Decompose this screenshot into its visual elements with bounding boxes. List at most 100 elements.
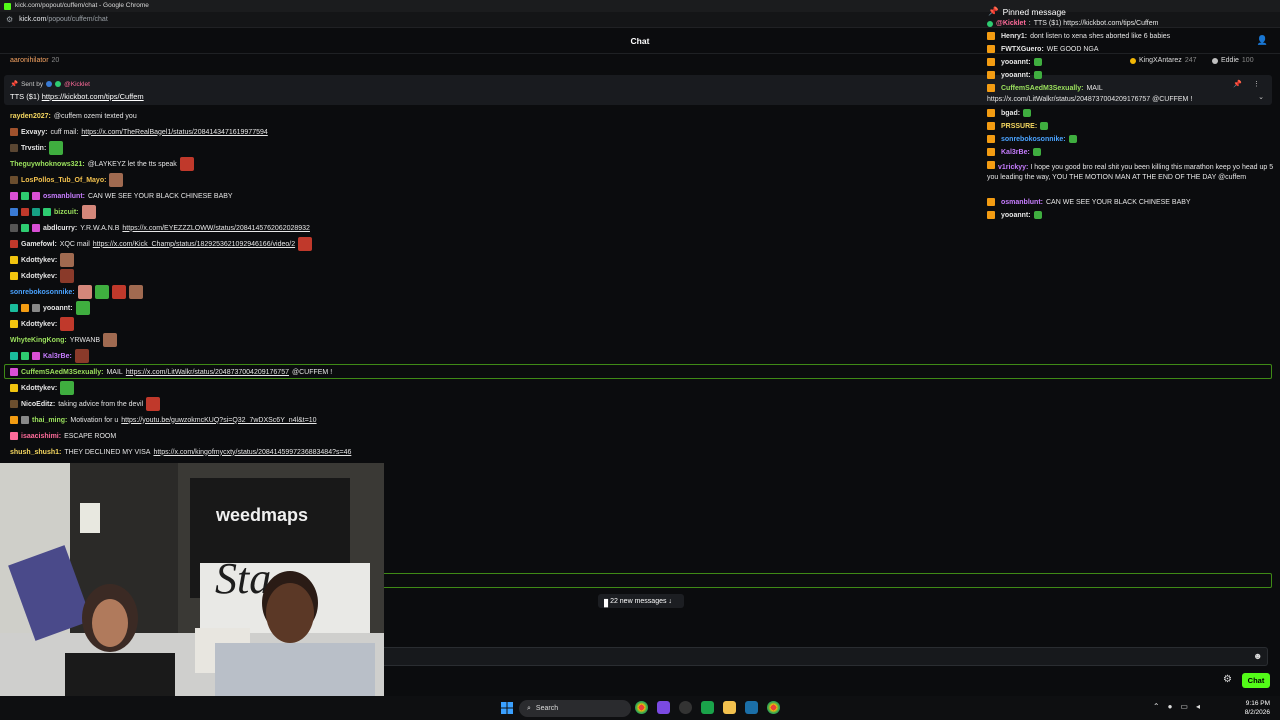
windows-start-icon[interactable]: [501, 702, 513, 714]
app-icon[interactable]: [679, 701, 692, 714]
gear-icon[interactable]: ⚙: [1223, 674, 1232, 685]
emote-icon: [128, 285, 143, 299]
user-badge-icon: [987, 211, 995, 219]
chat-username[interactable]: isaacishimi:: [21, 433, 61, 440]
chat-text: Motivation for u: [70, 416, 119, 424]
chat-link[interactable]: https://x.com/EYEZZZLOWW/status/20841457…: [122, 225, 310, 232]
chat-link[interactable]: https://x.com/TheRealBagel1/status/20841…: [81, 129, 267, 136]
emote-icon: [74, 349, 89, 363]
user-badge-icon: [987, 32, 995, 40]
chat-username[interactable]: Exvayy:: [21, 129, 47, 136]
chevron-up-icon[interactable]: ⌃: [1153, 702, 1160, 711]
chat-message: Kal3rBe:: [10, 348, 89, 364]
user-badge-icon: [32, 352, 40, 360]
user-badge-icon: [10, 304, 18, 312]
chat-username[interactable]: CuffemSAedM3Sexually:: [21, 369, 103, 376]
user-badge-icon: [987, 198, 995, 206]
search-placeholder: Search: [535, 705, 559, 712]
chat-username[interactable]: sonrebokosonnike:: [10, 289, 75, 296]
chat-link[interactable]: https://x.com/kingofmycxty/status/208414…: [153, 449, 351, 456]
volume-icon[interactable]: ◂: [1196, 702, 1200, 711]
chat-link[interactable]: https://youtu.be/guwzokmcKUQ?si=Q32_7wDX…: [121, 417, 316, 424]
chrome-icon[interactable]: [635, 701, 648, 714]
site-info-icon[interactable]: ⚙: [6, 12, 13, 28]
emote-icon: [60, 269, 75, 283]
folder-icon[interactable]: [723, 701, 736, 714]
overlay-username[interactable]: Henry1:: [1001, 33, 1027, 40]
pinned-banner-link[interactable]: https://kickbot.com/tips/Cuffem: [42, 92, 144, 101]
overlay-username[interactable]: v1rickyy:: [998, 164, 1030, 171]
chat-username[interactable]: Kdottykev:: [21, 257, 57, 264]
webcam-overlay: weedmaps Sta: [0, 463, 384, 720]
user-badge-icon: [10, 256, 18, 264]
chrome-icon[interactable]: [767, 701, 780, 714]
overlay-username[interactable]: CuffemSAedM3Sexually:: [1001, 85, 1083, 92]
user-badge-icon: [32, 224, 40, 232]
chat-username[interactable]: yooannt:: [43, 305, 73, 312]
overlay-chat-message: bgad:: [987, 109, 1032, 117]
overlay-username[interactable]: osmanblunt:: [1001, 199, 1043, 206]
chat-username[interactable]: abdlcurry:: [43, 225, 77, 232]
chat-link[interactable]: https://x.com/Kick_Champ/status/18292536…: [93, 241, 295, 248]
overlay-chat-message: yooannt:: [987, 211, 1042, 219]
user-badge-icon: [10, 384, 18, 392]
user-badge-icon: [21, 352, 29, 360]
overlay-username[interactable]: yooannt:: [1001, 212, 1031, 219]
chat-text: YRWANB: [69, 336, 101, 344]
chat-username[interactable]: thai_ming:: [32, 417, 67, 424]
emote-icon: [146, 397, 161, 411]
chat-username[interactable]: shush_shush1:: [10, 449, 61, 456]
network-icon[interactable]: ▭: [1180, 702, 1188, 711]
kick-favicon-icon: [4, 2, 11, 10]
chat-input[interactable]: [384, 647, 1268, 666]
sent-by-user[interactable]: @Kicklet: [64, 81, 90, 88]
chat-username[interactable]: bizcuit:: [54, 209, 79, 216]
overlay-username[interactable]: sonrebokosonnike:: [1001, 136, 1066, 143]
taskbar-search[interactable]: ⌕ Search: [519, 700, 631, 717]
overlay-chat-message: PRSSURE:: [987, 122, 1049, 130]
overlay-username[interactable]: PRSSURE:: [1001, 123, 1037, 130]
overlay-chat-message: yooannt:: [987, 58, 1042, 66]
chat-link[interactable]: https://x.com/LitWalkr/status/2048737004…: [126, 369, 289, 376]
emoji-icon[interactable]: ☻: [1253, 651, 1262, 661]
overlay-chat-message: FWTXGuero: WE GOOD NGA: [987, 45, 1099, 53]
overlay-text: WE GOOD NGA: [1046, 45, 1099, 53]
chat-username[interactable]: osmanblunt:: [43, 193, 85, 200]
chat-username[interactable]: NicoEditz:: [21, 401, 55, 408]
pinned-user[interactable]: @Kicklet: [996, 20, 1026, 27]
steam-icon[interactable]: [745, 701, 758, 714]
user-badge-icon: [987, 148, 995, 156]
overlay-username[interactable]: yooannt:: [1001, 72, 1031, 79]
send-chat-button[interactable]: Chat: [1242, 673, 1270, 688]
app-icon[interactable]: [657, 701, 670, 714]
overlay-username[interactable]: FWTXGuero:: [1001, 46, 1044, 53]
chat-username[interactable]: Kdottykev:: [21, 321, 57, 328]
overlay-username[interactable]: Kal3rBe:: [1001, 149, 1030, 156]
overlay-chat-message: yooannt:: [987, 71, 1042, 79]
chat-username[interactable]: rayden2027:: [10, 113, 51, 120]
pin-icon: 📌: [10, 81, 19, 88]
overlay-username[interactable]: yooannt:: [1001, 59, 1031, 66]
overlay-mail-link[interactable]: https://x.com/LitWalkr/status/2048737004…: [987, 96, 1192, 103]
app-icon[interactable]: [701, 701, 714, 714]
chat-text: THEY DECLINED MY VISA: [64, 448, 151, 456]
chat-username[interactable]: Kal3rBe:: [43, 353, 72, 360]
chat-username[interactable]: LosPollos_Tub_Of_Mayo:: [21, 177, 106, 184]
taskbar-clock[interactable]: 9:16 PM 8/2/2026: [1245, 699, 1270, 717]
pinned-message-panel: 📌 Pinned message @Kicklet: TTS ($1) http…: [983, 2, 1280, 227]
user-badge-icon: [987, 161, 995, 169]
chat-message: NicoEditz: taking advice from the devil: [10, 396, 161, 412]
chat-username[interactable]: Kdottykev:: [21, 273, 57, 280]
chat-username[interactable]: Theguywhoknows321:: [10, 161, 85, 168]
overlay-username[interactable]: bgad:: [1001, 110, 1020, 117]
chat-text: taking advice from the devil: [58, 400, 144, 408]
overlay-chat-message: Henry1: dont listen to xena shes aborted…: [987, 32, 1170, 40]
new-messages-button[interactable]: 22 new messages ↓: [598, 594, 684, 608]
chat-username[interactable]: WhyteKingKong:: [10, 337, 67, 344]
mic-icon[interactable]: ●: [1168, 702, 1173, 711]
chat-username[interactable]: Trvstin:: [21, 145, 46, 152]
chat-username[interactable]: Gamefowl:: [21, 241, 57, 248]
pinned-text: TTS ($1) https://kickbot.com/tips/Cuffem: [1033, 20, 1159, 27]
chat-username[interactable]: Kdottykev:: [21, 385, 57, 392]
top-row-username[interactable]: aaronihilator: [10, 57, 49, 64]
